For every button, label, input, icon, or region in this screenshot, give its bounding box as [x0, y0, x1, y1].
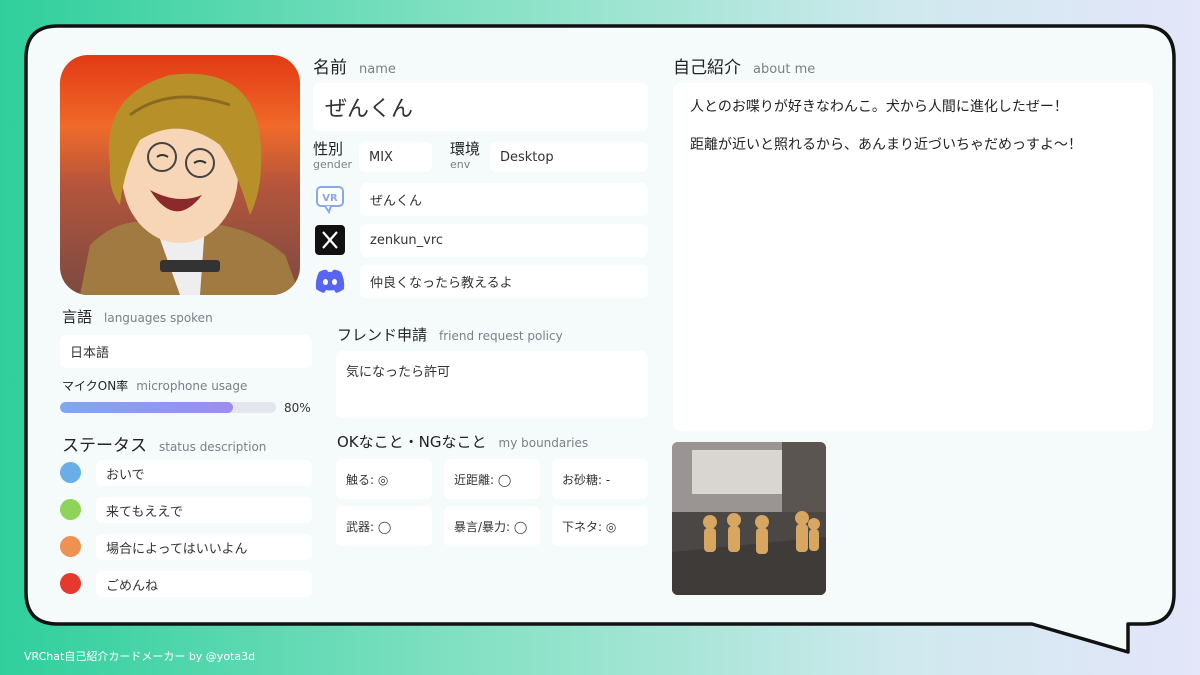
boundaries-subtitle: my boundaries — [498, 436, 589, 450]
gender-subtitle: gender — [313, 158, 352, 171]
mic-title: マイクON率 — [62, 379, 129, 393]
svg-text:VR: VR — [322, 193, 338, 204]
about-line-1: 人とのお喋りが好きなわんこ。犬から人間に進化したぜー！ — [690, 99, 1068, 115]
env-subtitle: env — [450, 158, 471, 171]
env-title: 環境 — [450, 140, 481, 158]
status-item: おいで — [96, 460, 312, 486]
about-line-2: 距離が近いと照れるから、あんまり近づいちゃだめっすよ〜！ — [690, 137, 1082, 154]
languages-subtitle: languages spoken — [104, 311, 213, 325]
boundary-item: 近距離: ◯ — [444, 459, 540, 499]
name-field: ぜんくん — [313, 83, 648, 131]
status-heading: ステータス status description — [62, 431, 266, 456]
gender-field: MIX — [359, 142, 432, 172]
status-subtitle: status description — [159, 440, 267, 454]
status-item: 来てもええで — [96, 497, 312, 523]
discord-value: 仲良くなったら教えるよ — [370, 276, 513, 291]
languages-field: 日本語 — [60, 335, 312, 368]
gender-value: MIX — [369, 149, 393, 165]
env-field: Desktop — [490, 142, 648, 172]
about-subtitle: about me — [753, 62, 816, 77]
discord-field: 仲良くなったら教えるよ — [360, 265, 648, 298]
x-value: zenkun_vrc — [370, 233, 444, 248]
name-subtitle: name — [359, 62, 396, 77]
status-dot — [60, 499, 81, 520]
mic-progress-bar — [60, 402, 276, 413]
env-value: Desktop — [500, 149, 554, 165]
languages-heading: 言語 languages spoken — [62, 306, 213, 327]
x-field: zenkun_vrc — [360, 224, 648, 257]
boundaries-title: OKなこと・NGなこと — [337, 433, 487, 451]
boundary-label: 暴言/暴力: ◯ — [454, 519, 528, 534]
gender-label: 性別 gender — [313, 140, 352, 171]
avatar-illustration — [60, 55, 300, 295]
status-dot — [60, 536, 81, 557]
x-icon — [314, 224, 346, 256]
languages-value: 日本語 — [70, 346, 110, 361]
status-title: ステータス — [62, 436, 147, 456]
mic-heading: マイクON率 microphone usage — [62, 377, 247, 394]
status-item: 場合によってはいいよん — [96, 534, 312, 560]
boundary-label: 武器: ◯ — [346, 519, 392, 534]
status-label: 来てもええで — [106, 504, 183, 520]
boundary-item: 下ネタ: ◎ — [552, 506, 648, 546]
gallery-photo — [672, 442, 826, 595]
discord-icon — [314, 265, 346, 297]
name-value: ぜんくん — [325, 97, 414, 122]
footer-credit: VRChat自己紹介カードメーカー by @yota3d — [24, 650, 256, 663]
status-label: ごめんね — [106, 578, 159, 594]
gender-title: 性別 — [313, 140, 344, 158]
avatar-image — [60, 55, 300, 295]
status-label: 場合によってはいいよん — [106, 541, 248, 557]
boundary-label: お砂糖: - — [562, 472, 611, 487]
about-heading: 自己紹介 about me — [673, 53, 815, 78]
boundary-item: 触る: ◎ — [336, 459, 432, 499]
status-dot — [60, 573, 81, 594]
status-label: おいで — [106, 467, 145, 483]
vrchat-value: ぜんくん — [370, 194, 423, 209]
friend-heading: フレンド申請 friend request policy — [337, 324, 563, 345]
boundary-label: 近距離: ◯ — [454, 472, 512, 487]
status-dot — [60, 462, 81, 483]
vrchat-icon: VR — [314, 183, 346, 215]
vrchat-field: ぜんくん — [360, 183, 648, 216]
languages-title: 言語 — [62, 308, 93, 326]
friend-title: フレンド申請 — [337, 326, 428, 344]
boundary-item: 暴言/暴力: ◯ — [444, 506, 540, 546]
boundary-label: 触る: ◎ — [346, 472, 389, 487]
friend-field: 気になったら許可 — [336, 351, 648, 418]
mic-progress-fill — [60, 402, 233, 413]
name-title: 名前 — [313, 58, 347, 78]
about-field: 人とのお喋りが好きなわんこ。犬から人間に進化したぜー！ 距離が近いと照れるから、… — [673, 83, 1153, 431]
friend-value: 気になったら許可 — [346, 365, 451, 380]
about-title: 自己紹介 — [673, 58, 741, 78]
status-item: ごめんね — [96, 571, 312, 597]
mic-percent-label: 80% — [284, 401, 311, 415]
friend-subtitle: friend request policy — [439, 329, 563, 343]
env-label: 環境 env — [450, 140, 481, 171]
name-heading: 名前 name — [313, 53, 396, 78]
boundaries-heading: OKなこと・NGなこと my boundaries — [337, 431, 588, 452]
boundary-item: お砂糖: - — [552, 459, 648, 499]
boundary-label: 下ネタ: ◎ — [562, 519, 617, 534]
boundary-item: 武器: ◯ — [336, 506, 432, 546]
mic-subtitle: microphone usage — [136, 379, 248, 393]
